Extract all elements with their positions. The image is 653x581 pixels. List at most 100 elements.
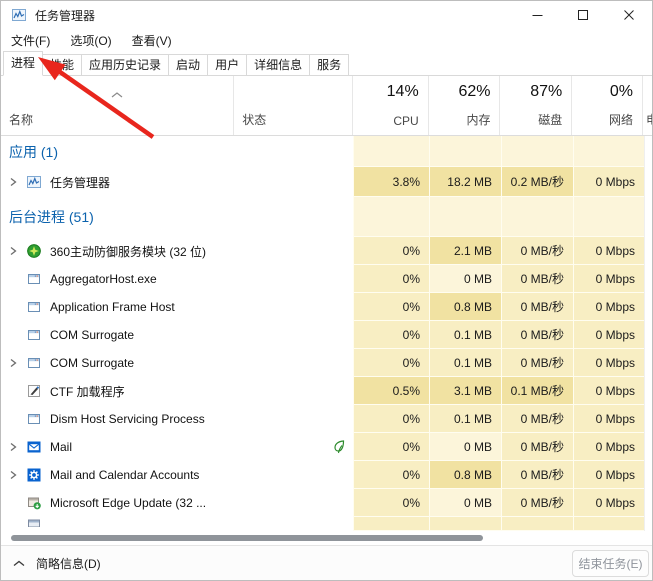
column-header-disk[interactable]: 87% 磁盘 bbox=[499, 76, 571, 135]
minimize-button[interactable] bbox=[514, 1, 560, 29]
value-cell: 0 Mbps bbox=[573, 349, 644, 377]
table-row[interactable]: Application Frame Host 0% 0.8 MB 0 MB/秒 … bbox=[1, 293, 652, 321]
process-name: Mail and Calendar Accounts bbox=[50, 468, 199, 482]
process-icon bbox=[26, 271, 42, 287]
process-name-cell: COM Surrogate bbox=[1, 349, 234, 377]
process-icon bbox=[26, 243, 42, 259]
clipped-column-cell bbox=[644, 489, 652, 517]
table-row[interactable]: Dism Host Servicing Process 0% 0.1 MB 0 … bbox=[1, 405, 652, 433]
status-cell bbox=[234, 349, 353, 377]
value-cell: 0.1 MB/秒 bbox=[501, 377, 573, 405]
process-name-cell: Dism Host Servicing Process bbox=[1, 405, 234, 433]
section-label: 后台进程 (51) bbox=[9, 207, 94, 227]
process-name: Microsoft Edge Update (32 ... bbox=[50, 496, 206, 510]
disk-total-value: 87% bbox=[530, 83, 562, 101]
expand-chevron-icon[interactable] bbox=[6, 470, 20, 480]
suspended-leaf-icon bbox=[333, 440, 345, 454]
section-row[interactable]: 后台进程 (51) bbox=[1, 197, 652, 237]
value-cell: 0 Mbps bbox=[573, 461, 644, 489]
column-header-name[interactable]: 名称 bbox=[1, 76, 233, 135]
chevron-up-icon bbox=[13, 560, 25, 567]
value-cell: 2.1 MB bbox=[429, 237, 501, 265]
sort-ascending-icon bbox=[111, 85, 123, 103]
tab-processes[interactable]: 进程 bbox=[3, 51, 43, 76]
process-name-cell: 360主动防御服务模块 (32 位) bbox=[1, 237, 234, 265]
value-cell bbox=[353, 197, 429, 237]
value-cell bbox=[501, 197, 573, 237]
value-cell: 3.8% bbox=[353, 167, 429, 197]
process-name: Mail bbox=[50, 440, 72, 454]
process-name-cell: COM Surrogate bbox=[1, 321, 234, 349]
process-name: Dism Host Servicing Process bbox=[50, 412, 205, 426]
value-cell: 0% bbox=[353, 433, 429, 461]
menu-file[interactable]: 文件(F) bbox=[1, 32, 60, 49]
table-row[interactable]: Microsoft Edge Update (32 ... 0% 0 MB 0 … bbox=[1, 489, 652, 517]
value-cell: 0% bbox=[353, 293, 429, 321]
value-cell: 3.1 MB bbox=[429, 377, 501, 405]
expand-chevron-icon[interactable] bbox=[6, 358, 20, 368]
value-cell bbox=[429, 197, 501, 237]
value-cell bbox=[573, 517, 644, 531]
process-icon bbox=[26, 495, 42, 511]
detail-toggle[interactable]: 简略信息(D) bbox=[13, 555, 101, 572]
column-header-memory[interactable]: 62% 内存 bbox=[428, 76, 500, 135]
value-cell: 0 Mbps bbox=[573, 237, 644, 265]
tab-app-history[interactable]: 应用历史记录 bbox=[81, 54, 169, 75]
horizontal-scrollbar-thumb[interactable] bbox=[11, 535, 483, 541]
value-cell: 0 Mbps bbox=[573, 293, 644, 321]
value-cell: 0 MB/秒 bbox=[501, 237, 573, 265]
menu-view[interactable]: 查看(V) bbox=[122, 32, 182, 49]
tab-users[interactable]: 用户 bbox=[207, 54, 247, 75]
process-name: AggregatorHost.exe bbox=[50, 272, 157, 286]
end-task-button[interactable]: 结束任务(E) bbox=[572, 550, 649, 577]
table-row[interactable]: CTF 加载程序 0.5% 3.1 MB 0.1 MB/秒 0 Mbps bbox=[1, 377, 652, 405]
process-name-cell: Mail bbox=[1, 433, 234, 461]
column-header-clipped[interactable]: 电 bbox=[642, 76, 652, 135]
value-cell: 0 MB/秒 bbox=[501, 461, 573, 489]
tab-details[interactable]: 详细信息 bbox=[246, 54, 310, 75]
table-row-partial bbox=[1, 517, 652, 531]
tab-performance[interactable]: 性能 bbox=[42, 54, 82, 75]
value-cell: 0% bbox=[353, 265, 429, 293]
value-cell bbox=[429, 517, 501, 531]
clipped-column-cell bbox=[644, 136, 652, 167]
value-cell: 0 Mbps bbox=[573, 265, 644, 293]
value-cell: 0% bbox=[353, 237, 429, 265]
process-icon bbox=[26, 355, 42, 371]
column-header-cpu[interactable]: 14% CPU bbox=[352, 76, 428, 135]
column-header-status[interactable]: 状态 bbox=[233, 76, 352, 135]
table-row[interactable]: COM Surrogate 0% 0.1 MB 0 MB/秒 0 Mbps bbox=[1, 321, 652, 349]
expand-chevron-icon[interactable] bbox=[6, 442, 20, 452]
table-row[interactable]: 任务管理器 3.8% 18.2 MB 0.2 MB/秒 0 Mbps bbox=[1, 167, 652, 197]
close-button[interactable] bbox=[606, 1, 652, 29]
window-controls bbox=[514, 1, 652, 29]
rows-container: 应用 (1) 任务管理器 3.8% 18.2 MB 0.2 MB/秒 0 Mbp… bbox=[1, 136, 652, 531]
status-cell bbox=[234, 405, 353, 433]
section-row[interactable]: 应用 (1) bbox=[1, 136, 652, 167]
table-row[interactable]: Mail 0% 0 MB 0 MB/秒 0 Mbps bbox=[1, 433, 652, 461]
process-name-cell: Mail and Calendar Accounts bbox=[1, 461, 234, 489]
clipped-column-cell bbox=[644, 293, 652, 321]
menu-options[interactable]: 选项(O) bbox=[60, 32, 121, 49]
expand-chevron-icon[interactable] bbox=[6, 246, 20, 256]
value-cell: 18.2 MB bbox=[429, 167, 501, 197]
process-name-cell: CTF 加载程序 bbox=[1, 377, 234, 405]
value-cell bbox=[353, 517, 429, 531]
table-row[interactable]: COM Surrogate 0% 0.1 MB 0 MB/秒 0 Mbps bbox=[1, 349, 652, 377]
expand-chevron-icon[interactable] bbox=[6, 177, 20, 187]
table-row[interactable]: AggregatorHost.exe 0% 0 MB 0 MB/秒 0 Mbps bbox=[1, 265, 652, 293]
maximize-button[interactable] bbox=[560, 1, 606, 29]
task-manager-window: 任务管理器 文件(F) 选项(O) 查看(V) 进程 性能 应用历史记录 启动 … bbox=[0, 0, 653, 581]
tab-startup[interactable]: 启动 bbox=[168, 54, 208, 75]
process-name: 360主动防御服务模块 (32 位) bbox=[50, 243, 206, 260]
value-cell: 0.8 MB bbox=[429, 461, 501, 489]
process-name-cell bbox=[1, 517, 234, 531]
value-cell: 0 MB/秒 bbox=[501, 293, 573, 321]
value-cell: 0 MB/秒 bbox=[501, 321, 573, 349]
column-header-network[interactable]: 0% 网络 bbox=[571, 76, 642, 135]
table-row[interactable]: Mail and Calendar Accounts 0% 0.8 MB 0 M… bbox=[1, 461, 652, 489]
section-header-cell: 应用 (1) bbox=[1, 136, 353, 167]
clipped-column-cell bbox=[644, 377, 652, 405]
tab-services[interactable]: 服务 bbox=[309, 54, 349, 75]
table-row[interactable]: 360主动防御服务模块 (32 位) 0% 2.1 MB 0 MB/秒 0 Mb… bbox=[1, 237, 652, 265]
